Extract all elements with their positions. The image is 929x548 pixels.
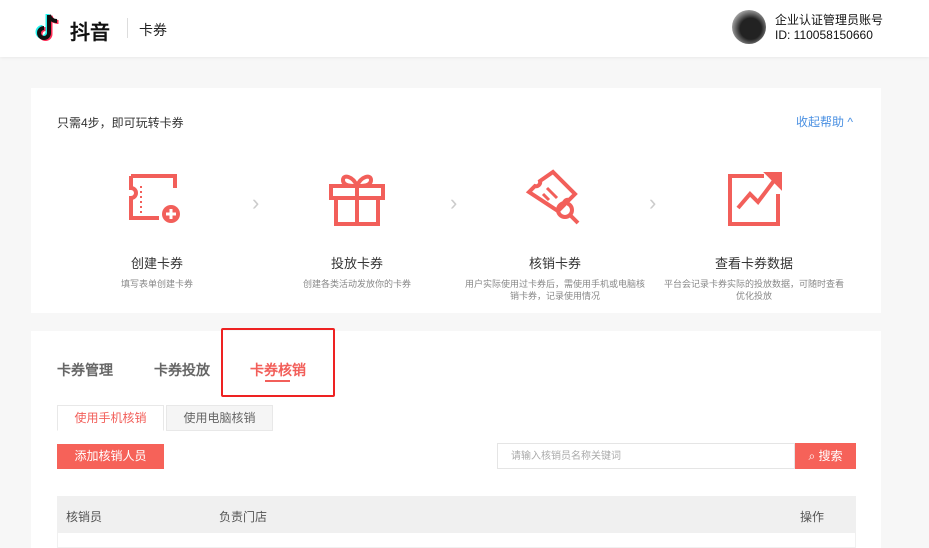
guide-title: 只需4步，即可玩转卡券 [57,116,184,130]
collapse-help-link[interactable]: 收起帮助 ^ [796,113,853,130]
step-title: 投放卡券 [330,256,383,271]
step-title: 核销卡券 [528,256,581,271]
col-actions: 操作 [800,510,825,524]
table-body [57,533,856,548]
search-input[interactable] [497,443,795,469]
top-header: 抖音 卡券 企业认证管理员账号 ID: 110058150660 [0,0,929,57]
gift-icon [329,174,385,226]
chart-icon [728,172,782,226]
col-store: 负责门店 [219,510,268,524]
add-verifier-button[interactable]: 添加核销人员 [57,444,164,469]
subtab-pc[interactable]: 使用电脑核销 [166,405,273,431]
create-coupon-icon [129,174,180,223]
step-data: 查看卡券数据 平台会记录卡券实际的投放数据，可随时查看优化投放 [654,168,854,302]
col-verifier: 核销员 [66,510,103,524]
user-id: ID: 110058150660 [775,28,873,42]
logo-text: 抖音 [70,22,110,44]
step-desc: 填写表单创建卡券 [120,279,193,289]
table-header: 核销员 负责门店 操作 [57,496,856,533]
step-desc: 创建各类活动发放你的卡券 [302,279,411,289]
user-name: 企业认证管理员账号 [775,13,884,27]
subtab-mobile[interactable]: 使用手机核销 [57,405,164,431]
search-button[interactable]: ⌕ 搜索 [795,443,856,469]
divider [127,18,128,38]
step-desc: 平台会记录卡券实际的投放数据，可随时查看优化投放 [663,279,844,301]
step-desc: 用户实际使用过卡券后，需使用手机或电脑核销卡券，记录使用情况 [464,279,645,301]
tab-coupon-distribution[interactable]: 卡券投放 [154,360,210,380]
step-title: 查看卡券数据 [714,256,793,271]
tab-coupon-management[interactable]: 卡券管理 [57,360,113,380]
verify-coupon-icon [525,169,580,225]
step-distribute: 投放卡券 创建各类活动发放你的卡券 [257,168,457,290]
step-create: 创建卡券 填写表单创建卡券 [57,168,257,290]
step-title: 创建卡券 [130,256,183,271]
search-label: 搜索 [818,449,843,463]
avatar[interactable] [732,10,766,44]
step-verify: 核销卡券 用户实际使用过卡券后，需使用手机或电脑核销卡券，记录使用情况 [455,168,655,302]
search-icon: ⌕ [808,449,816,463]
highlight-box [221,328,335,397]
douyin-logo-icon [35,14,59,41]
section-title: 卡券 [139,22,167,38]
